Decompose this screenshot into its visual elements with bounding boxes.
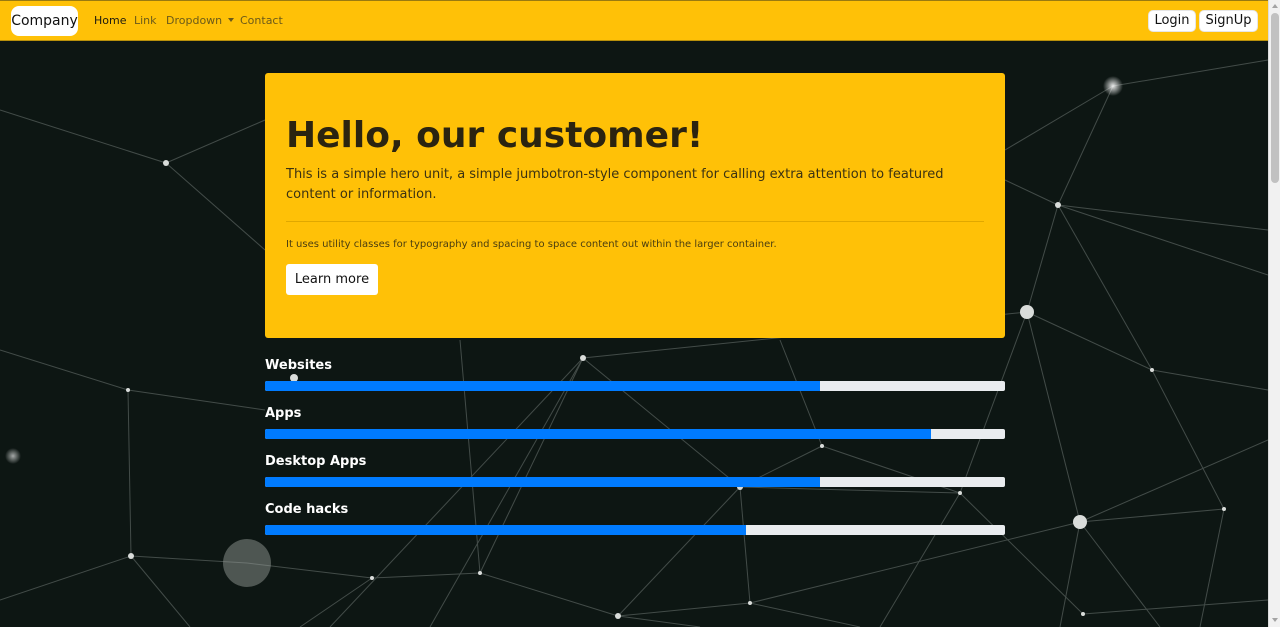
hero-divider xyxy=(286,221,984,222)
nav-link-link[interactable]: Link xyxy=(134,14,157,27)
skill-progress-desktop-apps xyxy=(265,477,1005,487)
nav-link-contact[interactable]: Contact xyxy=(240,14,283,27)
scroll-up-arrow-icon[interactable] xyxy=(1272,4,1278,8)
hero-note: It uses utility classes for typography a… xyxy=(286,239,777,250)
skill-label-apps: Apps xyxy=(265,406,302,421)
skill-progress-fill xyxy=(265,429,931,439)
chevron-down-icon xyxy=(228,18,235,22)
signup-button[interactable]: SignUp xyxy=(1199,10,1258,32)
skill-label-desktop-apps: Desktop Apps xyxy=(265,454,367,469)
skill-progress-code-hacks xyxy=(265,525,1005,535)
learn-more-button[interactable]: Learn more xyxy=(286,264,378,295)
nav-dropdown[interactable]: Dropdown xyxy=(166,14,235,27)
skill-label-code-hacks: Code hacks xyxy=(265,502,349,517)
nav-dropdown-label: Dropdown xyxy=(166,14,223,27)
skill-label-websites: Websites xyxy=(265,358,332,373)
skill-progress-apps xyxy=(265,429,1005,439)
hero-jumbotron: Hello, our customer! This is a simple he… xyxy=(265,73,1005,338)
brand-logo[interactable]: Company xyxy=(11,6,78,36)
skill-progress-websites xyxy=(265,381,1005,391)
nav-link-home[interactable]: Home xyxy=(94,14,126,27)
navbar: Company Home Link Dropdown Contact Login… xyxy=(0,0,1268,41)
scroll-thumb[interactable] xyxy=(1271,13,1279,183)
login-button[interactable]: Login xyxy=(1148,10,1196,32)
skill-progress-fill xyxy=(265,477,820,487)
hero-lead: This is a simple hero unit, a simple jum… xyxy=(286,167,944,202)
hero-title: Hello, our customer! xyxy=(286,115,704,156)
skill-progress-fill xyxy=(265,525,746,535)
page-scrollbar[interactable] xyxy=(1268,0,1280,627)
skill-progress-fill xyxy=(265,381,820,391)
scroll-down-arrow-icon[interactable] xyxy=(1272,618,1278,622)
